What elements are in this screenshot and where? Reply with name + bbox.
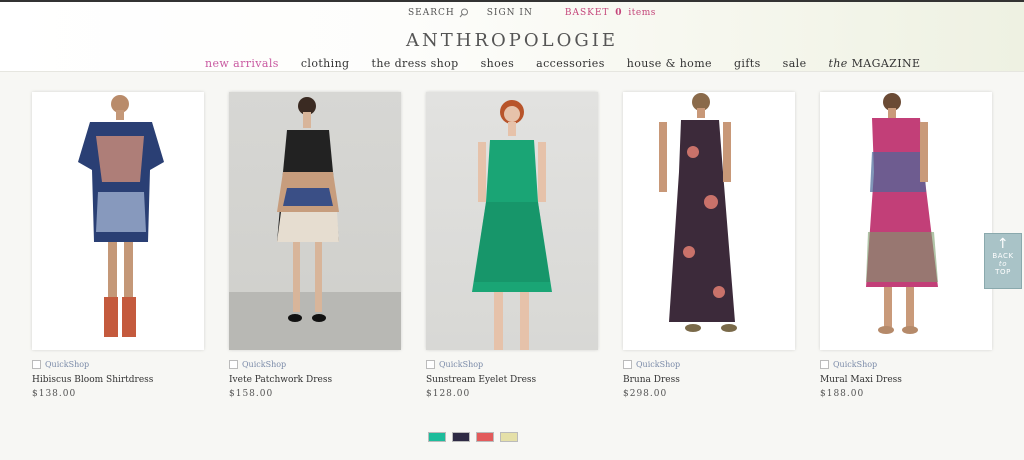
product-name[interactable]: Bruna Dress: [623, 375, 795, 385]
quickshop-link[interactable]: QuickShop: [426, 360, 598, 369]
basket-label: BASKET: [564, 8, 610, 18]
quickshop-checkbox-icon: [820, 360, 829, 369]
basket-count: 0: [615, 8, 623, 18]
swatch-coral[interactable]: [476, 432, 494, 442]
arrow-up-icon: ↑: [996, 236, 1010, 252]
product-name[interactable]: Mural Maxi Dress: [820, 375, 992, 385]
quickshop-checkbox-icon: [426, 360, 435, 369]
magazine-label: MAGAZINE: [851, 57, 921, 70]
model-illustration: [472, 100, 552, 350]
back-to-top-button[interactable]: ↑ BACK to TOP: [984, 233, 1022, 289]
product-price: $138.00: [32, 389, 77, 399]
sign-in-link[interactable]: SIGN IN: [487, 8, 533, 18]
quickshop-label: QuickShop: [439, 360, 484, 369]
product-image[interactable]: [623, 92, 795, 350]
nav-item-dress-shop[interactable]: the dress shop: [372, 57, 459, 70]
quickshop-link[interactable]: QuickShop: [229, 360, 401, 369]
nav-item-clothing[interactable]: clothing: [301, 57, 350, 70]
nav-item-shoes[interactable]: shoes: [481, 57, 515, 70]
model-illustration: [78, 95, 164, 337]
swatch-teal[interactable]: [428, 432, 446, 442]
product-name[interactable]: Sunstream Eyelet Dress: [426, 375, 598, 385]
back-label: BACK: [992, 252, 1014, 260]
model-illustration: [866, 93, 938, 334]
top-label: TOP: [995, 268, 1011, 276]
product-card[interactable]: QuickShop Ivete Patchwork Dress $158.00: [229, 92, 401, 399]
quickshop-checkbox-icon: [32, 360, 41, 369]
swatch-cream[interactable]: [500, 432, 518, 442]
product-price: $188.00: [820, 389, 865, 399]
basket-link[interactable]: BASKET 0 items: [565, 8, 656, 18]
magazine-prefix: the: [828, 57, 848, 70]
quickshop-checkbox-icon: [623, 360, 632, 369]
product-card[interactable]: QuickShop Sunstream Eyelet Dress $128.00: [426, 92, 598, 399]
product-grid: QuickShop Hibiscus Bloom Shirtdress $138…: [32, 92, 1012, 412]
site-header: SEARCH SIGN IN BASKET 0 items ANTHROPOLO…: [0, 2, 1024, 72]
product-price: $128.00: [426, 389, 471, 399]
nav-item-gifts[interactable]: gifts: [734, 57, 761, 70]
product-image[interactable]: [32, 92, 204, 350]
model-illustration: [229, 97, 401, 350]
to-label: to: [998, 260, 1008, 268]
product-name[interactable]: Ivete Patchwork Dress: [229, 375, 401, 385]
product-price: $158.00: [229, 389, 274, 399]
product-price: $298.00: [623, 389, 668, 399]
quickshop-link[interactable]: QuickShop: [623, 360, 795, 369]
nav-item-magazine[interactable]: the MAGAZINE: [829, 57, 921, 70]
quickshop-link[interactable]: QuickShop: [820, 360, 992, 369]
product-card[interactable]: QuickShop Hibiscus Bloom Shirtdress $138…: [32, 92, 204, 399]
color-swatches: [428, 432, 518, 442]
main-nav: new arrivals clothing the dress shop sho…: [205, 57, 942, 70]
quickshop-label: QuickShop: [636, 360, 681, 369]
nav-item-sale[interactable]: sale: [783, 57, 807, 70]
search-label: SEARCH: [408, 8, 455, 18]
quickshop-label: QuickShop: [242, 360, 287, 369]
nav-item-house-home[interactable]: house & home: [627, 57, 712, 70]
quickshop-label: QuickShop: [833, 360, 878, 369]
basket-items-label: items: [628, 8, 656, 18]
search-link[interactable]: SEARCH: [408, 8, 469, 18]
quickshop-checkbox-icon: [229, 360, 238, 369]
swatch-navy[interactable]: [452, 432, 470, 442]
search-icon: [459, 8, 468, 18]
product-name[interactable]: Hibiscus Bloom Shirtdress: [32, 375, 204, 385]
quickshop-label: QuickShop: [45, 360, 90, 369]
model-illustration: [659, 93, 737, 332]
nav-item-accessories[interactable]: accessories: [536, 57, 605, 70]
product-card[interactable]: QuickShop Mural Maxi Dress $188.00: [820, 92, 992, 399]
site-logo[interactable]: ANTHROPOLOGIE: [0, 30, 1024, 51]
product-image[interactable]: [820, 92, 992, 350]
nav-item-new-arrivals[interactable]: new arrivals: [205, 57, 279, 70]
quickshop-link[interactable]: QuickShop: [32, 360, 204, 369]
utility-bar: SEARCH SIGN IN BASKET 0 items: [408, 8, 656, 18]
product-image[interactable]: [229, 92, 401, 350]
product-image[interactable]: [426, 92, 598, 350]
product-card[interactable]: QuickShop Bruna Dress $298.00: [623, 92, 795, 399]
